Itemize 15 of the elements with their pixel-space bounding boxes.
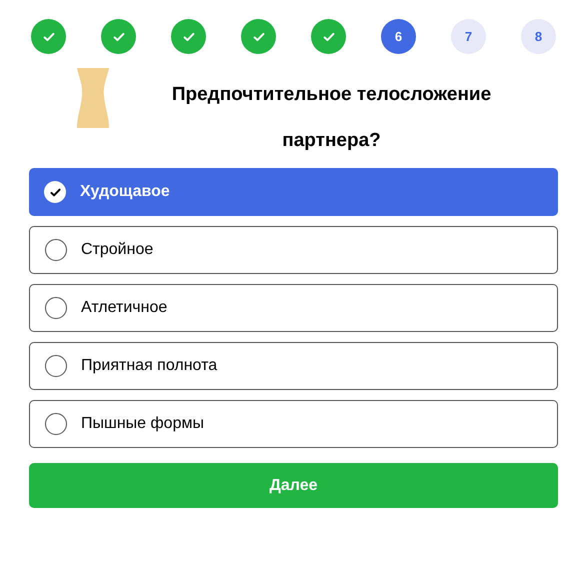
answer-option[interactable]: Атлетичное [29,284,558,332]
step-indicator: 6 [381,19,416,54]
answer-option[interactable]: Худощавое [29,168,558,216]
radio-icon [45,413,67,435]
radio-icon [45,297,67,319]
torso-icon [75,68,111,128]
radio-icon [45,239,67,261]
radio-icon [45,355,67,377]
answer-option[interactable]: Приятная полнота [29,342,558,390]
answer-option[interactable]: Пышные формы [29,400,558,448]
step-indicator: 7 [451,19,486,54]
step-indicator: 8 [521,19,556,54]
answer-option[interactable]: Стройное [29,226,558,274]
question-title: Предпочтительное телосложение партнера? [170,83,492,153]
checked-radio-icon [44,181,66,203]
